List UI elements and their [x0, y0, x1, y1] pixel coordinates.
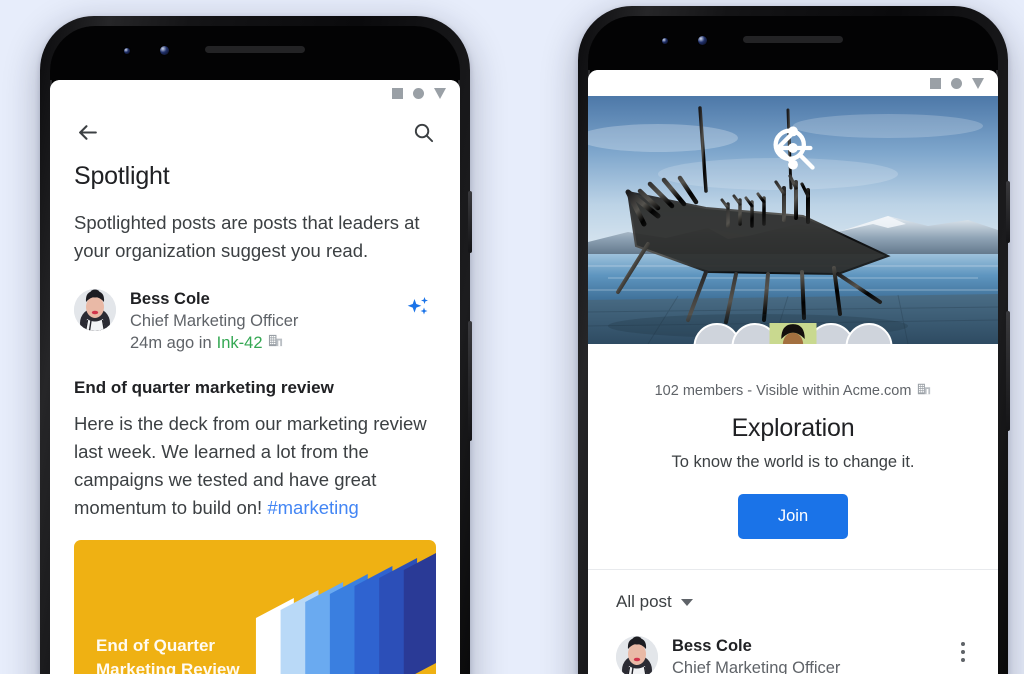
- back-button[interactable]: [68, 113, 106, 151]
- member-avatar-strip[interactable]: [693, 323, 893, 344]
- triangle-down-icon: [972, 77, 984, 89]
- group-tagline: To know the world is to change it.: [671, 453, 915, 471]
- timestamp-text: 24m ago in: [130, 334, 212, 352]
- deck-card-text: End of Quarter Marketing Review Q1 2019: [96, 634, 240, 674]
- triangle-down-icon: [434, 87, 446, 99]
- square-icon: [392, 87, 403, 99]
- author-title: Chief Marketing Officer: [130, 312, 299, 330]
- post-hashtag[interactable]: #marketing: [267, 497, 359, 518]
- author-name: Bess Cole: [130, 290, 210, 308]
- phone-right: 102 members - Visible within Acme.com Ex…: [578, 6, 1010, 674]
- earpiece-speaker: [205, 46, 305, 53]
- phone-left: Spotlight Spotlighted posts are posts th…: [40, 16, 472, 674]
- post-body: Here is the deck from our marketing revi…: [50, 398, 460, 522]
- circle-icon: [413, 87, 424, 99]
- camera-sensor-icon: [124, 48, 130, 54]
- more-vertical-icon[interactable]: [950, 636, 976, 662]
- group-name: Exploration: [731, 414, 855, 442]
- avatar: [74, 289, 116, 331]
- space-name[interactable]: Ink-42: [217, 332, 263, 354]
- more-vertical-icon[interactable]: [788, 126, 980, 170]
- join-button[interactable]: Join: [737, 494, 849, 539]
- building-icon: [268, 332, 283, 354]
- app-bar-left: [50, 106, 460, 158]
- status-bar-right: [588, 70, 998, 96]
- group-hero-image: [588, 96, 998, 344]
- feed-author-name: Bess Cole: [672, 637, 752, 655]
- deck-title-line2: Marketing Review: [96, 660, 240, 674]
- front-camera-icon: [698, 36, 707, 45]
- phone-top-bezel-right: [588, 16, 998, 70]
- power-button-right[interactable]: [1006, 181, 1010, 243]
- app-bar-right: [588, 122, 998, 174]
- volume-button-right[interactable]: [1006, 311, 1010, 431]
- screen-left: Spotlight Spotlighted posts are posts th…: [50, 80, 460, 674]
- status-bar-left: [50, 80, 460, 106]
- feed-author-title: Chief Marketing Officer: [672, 659, 841, 674]
- post-filter-dropdown[interactable]: All post: [588, 570, 998, 612]
- building-icon: [917, 382, 931, 400]
- screen-right: 102 members - Visible within Acme.com Ex…: [588, 70, 998, 674]
- post-filter-label: All post: [616, 592, 672, 611]
- author-timestamp: 24m ago in Ink-42: [130, 332, 400, 354]
- phone-top-bezel-left: [50, 26, 460, 80]
- page-description: Spotlighted posts are posts that leaders…: [74, 212, 420, 261]
- circle-icon: [951, 77, 962, 89]
- page-title: Spotlight: [74, 162, 170, 190]
- post-body-text: Here is the deck from our marketing revi…: [74, 413, 427, 518]
- sparkle-icon: [400, 289, 438, 327]
- chevron-down-icon: [680, 598, 693, 606]
- avatar: [616, 636, 658, 674]
- deck-attachment-card[interactable]: End of Quarter Marketing Review Q1 2019: [74, 540, 436, 674]
- volume-button-left[interactable]: [468, 321, 472, 441]
- camera-sensor-icon: [662, 38, 668, 44]
- earpiece-speaker: [743, 36, 843, 43]
- square-icon: [930, 77, 941, 89]
- post-title: End of quarter marketing review: [74, 378, 334, 397]
- screenshot-stage: Spotlight Spotlighted posts are posts th…: [0, 0, 1024, 674]
- member-avatar: [769, 323, 893, 344]
- members-line: 102 members - Visible within Acme.com: [588, 344, 998, 400]
- front-camera-icon: [160, 46, 169, 55]
- members-text: 102 members - Visible within Acme.com: [654, 383, 912, 399]
- deck-title-line1: End of Quarter: [96, 636, 216, 655]
- search-icon[interactable]: [404, 113, 442, 151]
- post-author-row[interactable]: Bess Cole Chief Marketing Officer 24m ag…: [50, 265, 460, 354]
- feed-post-row[interactable]: Bess Cole Chief Marketing Officer 2h ago…: [588, 612, 998, 674]
- power-button-left[interactable]: [468, 191, 472, 253]
